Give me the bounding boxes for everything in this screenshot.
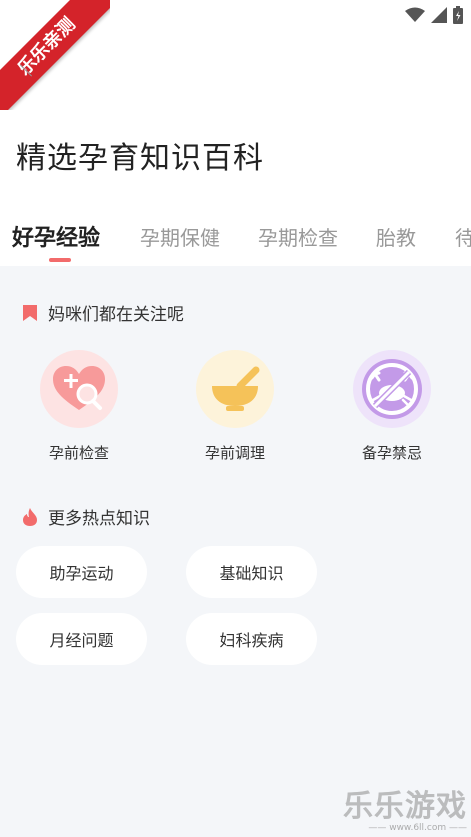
battery-icon: [453, 6, 463, 24]
mortar-pestle-icon: [212, 366, 260, 411]
heart-magnifier-icon: [53, 366, 105, 410]
category-preconception-checkup[interactable]: 孕前检查: [19, 350, 139, 463]
no-crab-icon: [362, 359, 422, 419]
ribbon-watermark: 乐乐亲测: [0, 0, 110, 110]
popular-section-header: 妈咪们都在关注呢: [22, 300, 184, 325]
topic-pill-menstrual-issues[interactable]: 月经问题: [16, 613, 147, 665]
category-label: 备孕禁忌: [361, 444, 422, 462]
wifi-icon: [405, 7, 425, 22]
tab-more-cut[interactable]: 待: [455, 222, 471, 251]
category-icon-circle: [353, 350, 431, 428]
brand-watermark-text: 乐乐游戏: [343, 789, 467, 824]
tab-pregnancy-care[interactable]: 孕期保健: [140, 222, 220, 251]
topic-pill-gynecological-diseases[interactable]: 妇科疾病: [186, 613, 317, 665]
category-label: 孕前检查: [48, 444, 109, 462]
tab-pregnancy-checkup[interactable]: 孕期检查: [258, 222, 338, 251]
popular-section-title: 妈咪们都在关注呢: [48, 305, 184, 325]
category-icon-circle: [196, 350, 274, 428]
tab-good-pregnancy-experience[interactable]: 好孕经验: [12, 220, 100, 252]
ribbon-text: 乐乐亲测: [0, 0, 110, 110]
tab-prenatal-education[interactable]: 胎教: [376, 222, 416, 251]
flame-icon: [23, 507, 37, 526]
more-section-title: 更多热点知识: [48, 509, 150, 529]
category-preconception-taboos[interactable]: 备孕禁忌: [332, 350, 452, 463]
bookmark-icon: [23, 304, 37, 321]
category-tabs: 好孕经验 孕期保健 孕期检查 胎教 待: [0, 218, 471, 266]
active-tab-indicator: [49, 258, 71, 262]
cell-signal-icon: [431, 7, 447, 23]
category-label: 孕前调理: [204, 444, 265, 462]
brand-watermark: 乐乐游戏 —— www.6ll.com ——: [343, 781, 467, 833]
more-section-header: 更多热点知识: [22, 504, 150, 529]
content-area: 妈咪们都在关注呢 孕前检查 孕前调理 备孕禁忌 更多热点知识 助孕运动 基础知识…: [0, 266, 471, 837]
topic-pill-fertility-exercise[interactable]: 助孕运动: [16, 546, 147, 598]
category-preconception-conditioning[interactable]: 孕前调理: [175, 350, 295, 463]
status-icons: [405, 6, 463, 24]
category-icon-circle: [40, 350, 118, 428]
page-title: 精选孕育知识百科: [16, 141, 264, 176]
topic-pill-basic-knowledge[interactable]: 基础知识: [186, 546, 317, 598]
